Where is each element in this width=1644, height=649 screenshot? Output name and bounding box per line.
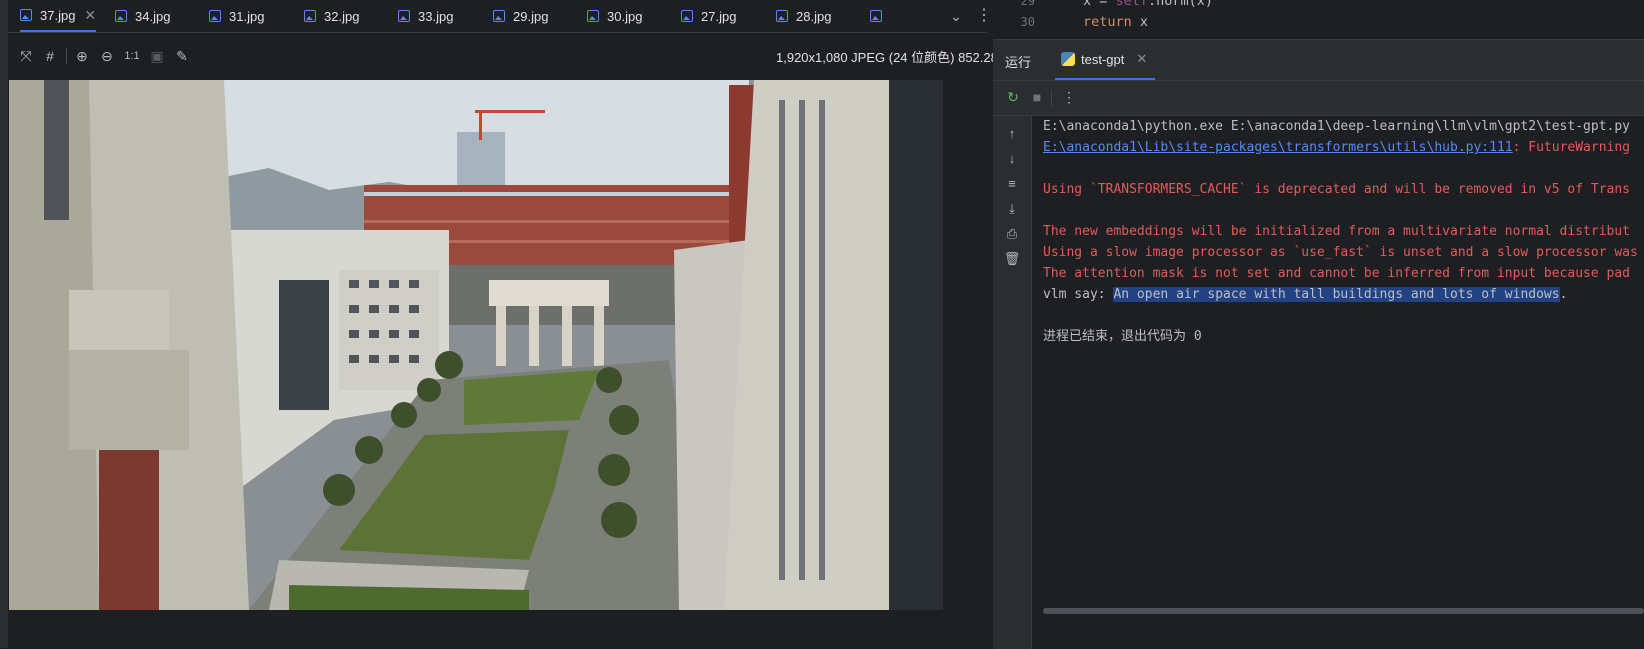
code-editor[interactable]: 29 30 x = self.norm(x) return x: [993, 0, 1644, 38]
console-line-exit: 进程已结束，退出代码为 0: [1043, 329, 1202, 344]
run-tool-window: 运行 test-gpt ✕ ↻ ■ ⋮ ↑ ↓ ≡ ⤓ ⎙ 🗑 E:\anaco…: [993, 39, 1644, 649]
tab-37-jpg[interactable]: 37.jpg ✕: [20, 0, 97, 32]
selected-text: An open air space with tall buildings an…: [1113, 287, 1560, 302]
toolbar-divider: [66, 48, 67, 64]
fit-zoom-icon[interactable]: ▣: [147, 46, 167, 66]
image-file-icon: [209, 10, 221, 22]
horizontal-scrollbar[interactable]: [1033, 606, 1644, 616]
scroll-to-end-icon[interactable]: ⤓: [1002, 199, 1022, 219]
tab-31-jpg[interactable]: 31.jpg: [209, 0, 264, 32]
trash-icon[interactable]: 🗑: [1002, 249, 1022, 269]
tab-label: 37.jpg: [40, 7, 76, 23]
tab-28-jpg[interactable]: 28.jpg: [776, 0, 831, 32]
scrollbar-thumb[interactable]: [1043, 608, 1644, 614]
tab-label: 32.jpg: [324, 8, 360, 24]
close-icon[interactable]: ✕: [1136, 51, 1147, 67]
color-picker-icon[interactable]: ✎: [172, 46, 192, 66]
console-line-warning: E:\anaconda1\Lib\site-packages\transform…: [1043, 137, 1630, 158]
line-number: 29: [1020, 0, 1035, 8]
code-token: .norm(x): [1148, 0, 1214, 9]
run-tab-label: test-gpt: [1081, 51, 1125, 67]
tab-34-jpg[interactable]: 34.jpg: [115, 0, 170, 32]
image-file-icon: [776, 10, 788, 22]
tab-32-jpg[interactable]: 32.jpg: [304, 0, 359, 32]
tab-27-jpg[interactable]: 27.jpg: [681, 0, 736, 32]
run-panel-title: 运行: [1005, 55, 1032, 70]
image-file-icon: [493, 10, 505, 22]
left-tool-strip: [0, 0, 9, 648]
more-vertical-icon[interactable]: ⋮: [976, 6, 992, 26]
tab-label: 27.jpg: [701, 8, 737, 24]
rerun-icon[interactable]: ↻: [1003, 87, 1023, 107]
zoom-in-icon[interactable]: ⊕: [72, 46, 92, 66]
image-file-icon: [20, 9, 32, 21]
console-line-error: The new embeddings will be initialized f…: [1043, 224, 1630, 239]
image-file-icon: [398, 10, 410, 22]
tab-label: 33.jpg: [418, 8, 454, 24]
image-file-icon: [304, 10, 316, 22]
image-file-icon: [870, 10, 882, 22]
console-side-toolbar: ↑ ↓ ≡ ⤓ ⎙ 🗑: [993, 116, 1032, 649]
tab-label: 31.jpg: [229, 8, 265, 24]
console-line-error: The attention mask is not set and cannot…: [1043, 266, 1630, 281]
python-icon: [1061, 52, 1075, 66]
arrow-up-icon[interactable]: ↑: [1002, 124, 1022, 144]
tab-label: 34.jpg: [135, 8, 171, 24]
console-line-result: vlm say: An open air space with tall bui…: [1043, 284, 1567, 305]
vlm-suffix: .: [1559, 287, 1568, 302]
soft-wrap-icon[interactable]: ≡: [1002, 174, 1022, 194]
viewer-status-area: [8, 610, 993, 648]
tab-33-jpg[interactable]: 33.jpg: [398, 0, 453, 32]
editor-tab-bar: 37.jpg ✕ 34.jpg 31.jpg 32.jpg 33.jpg 29.…: [8, 0, 992, 33]
tab-30-jpg[interactable]: 30.jpg: [587, 0, 642, 32]
tab-label: 30.jpg: [607, 8, 643, 24]
console-line-command: E:\anaconda1\python.exe E:\anaconda1\dee…: [1043, 119, 1630, 134]
toolbar-divider: [1051, 90, 1052, 106]
tab-29-jpg[interactable]: 29.jpg: [493, 0, 548, 32]
image-viewer-toolbar: ⤧ # ⊕ ⊖ 1:1 ▣ ✎ 1,920x1,080 JPEG (24 位颜色…: [8, 33, 1017, 79]
arrow-down-icon[interactable]: ↓: [1002, 149, 1022, 169]
image-file-icon: [115, 10, 127, 22]
close-icon[interactable]: ✕: [84, 7, 96, 24]
code-token: x: [1131, 14, 1149, 30]
chevron-down-icon[interactable]: ⌄: [946, 6, 966, 26]
code-line-30: return x: [1083, 14, 1148, 30]
more-vertical-icon[interactable]: ⋮: [1059, 87, 1079, 107]
code-line-29: x = self.norm(x): [1083, 0, 1213, 9]
stop-icon[interactable]: ■: [1027, 87, 1047, 107]
campus-photo: [9, 80, 943, 610]
print-icon[interactable]: ⎙: [1002, 224, 1022, 244]
console-line-error: Using a slow image processor as `use_fas…: [1043, 245, 1638, 260]
vlm-prefix: vlm say:: [1043, 287, 1114, 302]
image-preview: [9, 80, 943, 610]
console-file-link[interactable]: E:\anaconda1\Lib\site-packages\transform…: [1043, 140, 1513, 155]
zoom-out-icon[interactable]: ⊖: [97, 46, 117, 66]
tab-overflow[interactable]: [870, 0, 890, 32]
code-token: x =: [1083, 0, 1116, 9]
run-toolbar: ↻ ■ ⋮: [993, 81, 1644, 116]
tab-label: 29.jpg: [513, 8, 549, 24]
fit-to-window-icon[interactable]: ⤧: [16, 46, 36, 66]
code-keyword: return: [1083, 14, 1132, 30]
line-number: 30: [1020, 15, 1035, 29]
run-panel-header: 运行 test-gpt ✕: [993, 40, 1644, 81]
run-config-tab[interactable]: test-gpt ✕: [1055, 40, 1156, 80]
image-file-icon: [681, 10, 693, 22]
console-line-error: Using `TRANSFORMERS_CACHE` is deprecated…: [1043, 182, 1630, 197]
actual-size-button[interactable]: 1:1: [122, 46, 142, 66]
grid-icon[interactable]: #: [40, 46, 60, 66]
code-token-self: self: [1115, 0, 1149, 9]
console-output[interactable]: E:\anaconda1\python.exe E:\anaconda1\dee…: [1043, 116, 1644, 344]
image-file-icon: [587, 10, 599, 22]
line-number-gutter: 29 30: [993, 0, 1047, 38]
image-info: 1,920x1,080 JPEG (24 位颜色) 852.28 kB: [776, 50, 1017, 65]
tab-label: 28.jpg: [796, 8, 832, 24]
console-warning-text: : FutureWarning: [1512, 140, 1631, 155]
